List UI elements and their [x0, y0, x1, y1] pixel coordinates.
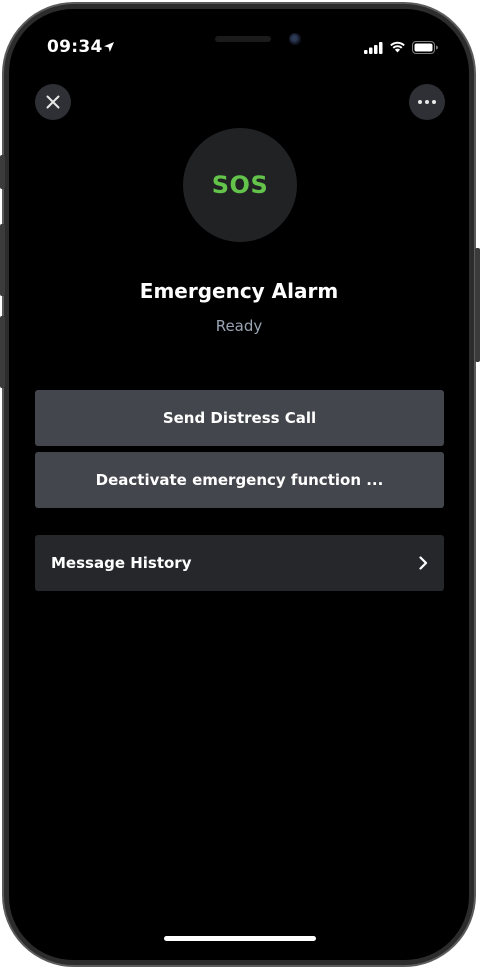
more-icon [418, 100, 436, 104]
front-camera [289, 33, 301, 45]
page-title: Emergency Alarm [139, 279, 339, 303]
volume-up-button [0, 224, 5, 296]
volume-down-button [0, 316, 5, 388]
send-distress-call-label: Send Distress Call [162, 409, 317, 427]
power-button [475, 248, 480, 362]
close-button[interactable] [35, 84, 71, 120]
message-history-row[interactable]: Message History [35, 535, 444, 591]
status-time: 09:34 [47, 37, 103, 57]
location-arrow-icon [104, 42, 114, 52]
cellular-signal-icon [364, 42, 383, 54]
message-history-label: Message History [51, 554, 192, 572]
app-screen: 09:34 SOS Emergency Alarm Ready Send Dis… [9, 9, 469, 960]
status-text: Ready [215, 317, 263, 335]
send-distress-call-button[interactable]: Send Distress Call [35, 390, 444, 446]
sos-badge: SOS [183, 128, 297, 242]
more-options-button[interactable] [409, 84, 445, 120]
wifi-icon [390, 41, 405, 53]
sos-label: SOS [211, 171, 269, 199]
deactivate-emergency-label: Deactivate emergency function ... [95, 471, 384, 489]
home-indicator[interactable] [164, 936, 316, 941]
deactivate-emergency-button[interactable]: Deactivate emergency function ... [35, 452, 444, 508]
speaker-grille [215, 36, 271, 42]
chevron-right-icon [419, 556, 428, 570]
battery-icon [412, 41, 438, 54]
mute-switch [0, 155, 5, 189]
close-icon [46, 95, 60, 109]
